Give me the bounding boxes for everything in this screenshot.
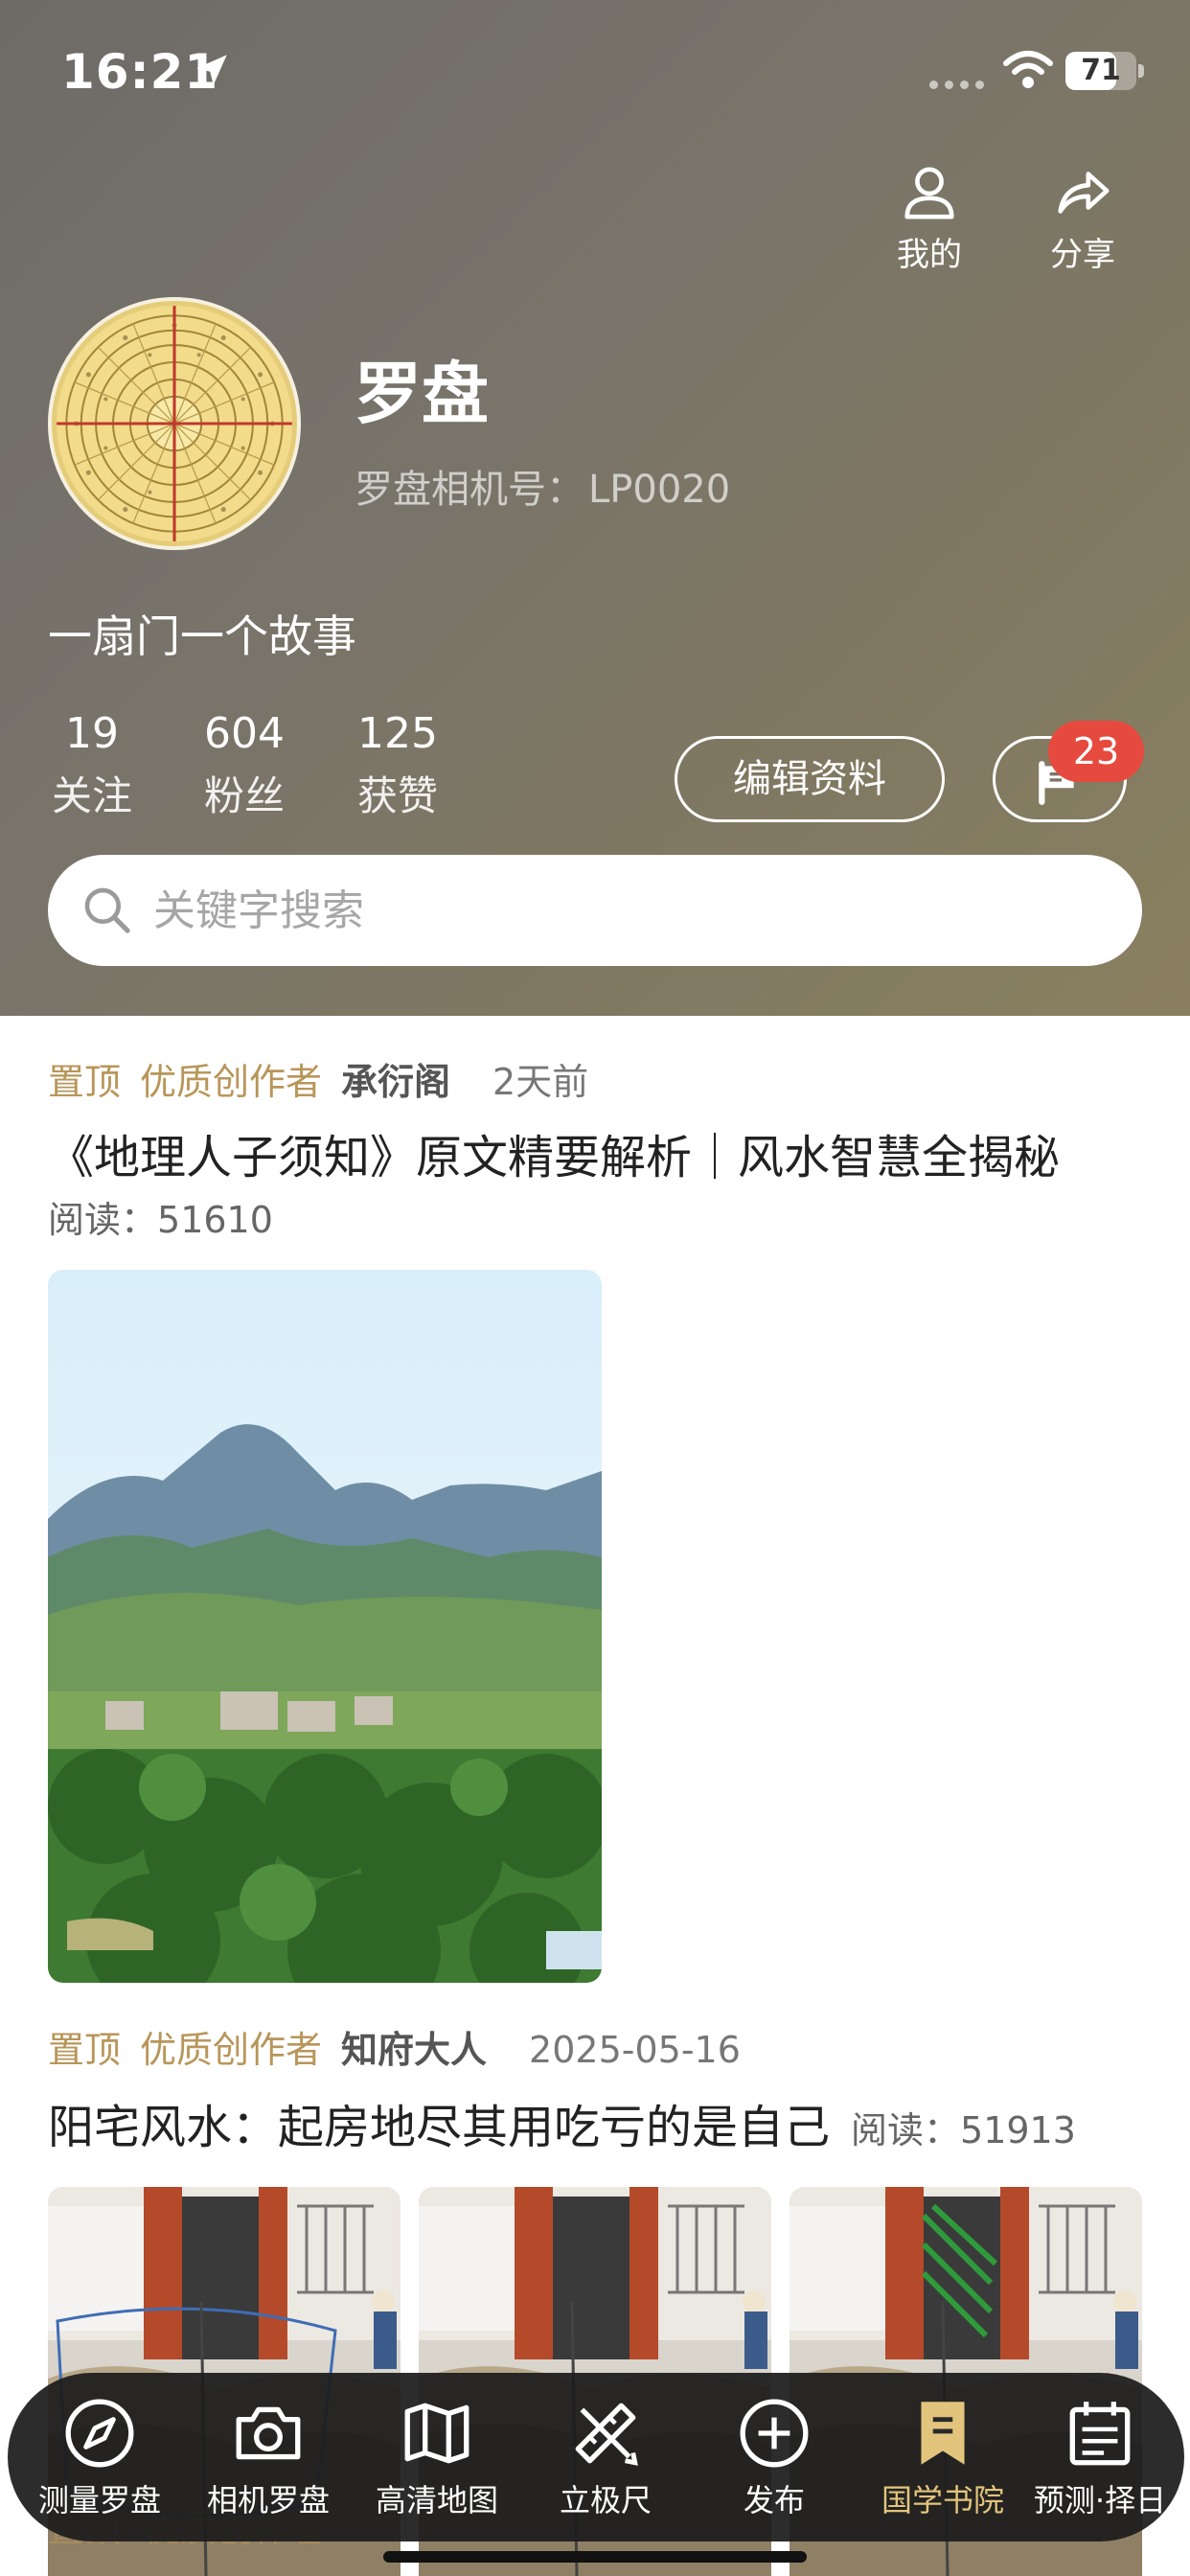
stat-fans-label: 粉丝 (203, 772, 285, 819)
pinned-tag: 置顶 (48, 2029, 122, 2071)
map-icon (404, 2403, 469, 2464)
compass-icon (57, 306, 292, 541)
compass-icon (65, 2399, 134, 2468)
search-input[interactable] (153, 872, 1092, 949)
tab-label: 高清地图 (375, 2482, 498, 2518)
signal-dots-icon (929, 75, 991, 93)
bookmark-icon (921, 2402, 965, 2465)
post-1-meta: 置顶 优质创作者 承衍阁 2天前 (48, 1052, 588, 1105)
stat-likes[interactable]: 125 获赞 (347, 709, 448, 822)
tab-publish[interactable]: 发布 (690, 2394, 858, 2520)
home-indicator (383, 2551, 807, 2563)
share-button[interactable]: 分享 (1025, 163, 1140, 275)
tab-ruler[interactable]: 立极尺 (521, 2394, 690, 2520)
tab-label: 国学书院 (881, 2482, 1004, 2518)
post-2-title[interactable]: 阳宅风水：起房地尽其用吃亏的是自己 阅读：51913 (48, 2089, 1076, 2156)
avatar[interactable] (48, 297, 301, 550)
person-icon (904, 167, 954, 219)
tab-label: 预测·择日 (1033, 2482, 1167, 2518)
quality-creator-tag: 优质创作者 (140, 1061, 323, 1103)
profile-id-value: LP0020 (588, 468, 731, 512)
search-icon (84, 887, 130, 933)
tab-hd-map[interactable]: 高清地图 (353, 2394, 521, 2520)
post-time: 2天前 (492, 1061, 589, 1103)
plus-circle-icon (740, 2399, 809, 2468)
tab-label: 立极尺 (559, 2482, 652, 2518)
post-author[interactable]: 承衍阁 (341, 1061, 450, 1103)
stat-following-label: 关注 (51, 772, 132, 819)
stat-fans[interactable]: 604 粉丝 (192, 709, 297, 822)
mine-button[interactable]: 我的 (872, 163, 987, 275)
camera-icon (236, 2406, 301, 2460)
post-1-image[interactable] (48, 1270, 602, 1983)
search-bar[interactable] (48, 855, 1142, 966)
stat-fans-count: 604 (204, 709, 285, 758)
profile-header: 16:21 71 我的 分享 罗盘 罗盘相机号： LP0020 一扇门一个故事 … (0, 0, 1190, 1016)
profile-name: 罗盘 (355, 355, 489, 433)
battery-icon: 71 (1065, 52, 1144, 90)
read-label: 阅读： (48, 1199, 158, 1241)
post-2-read: 阅读：51913 (851, 2109, 1076, 2151)
share-icon (1058, 172, 1110, 214)
bottom-tab-bar: 测量罗盘 相机罗盘 高清地图 立极尺 发布 国学书院 预测·择日 (8, 2373, 1184, 2542)
post-1-title[interactable]: 《地理人子须知》原文精要解析｜风水智慧全揭秘 (48, 1119, 1060, 1186)
tab-camera-compass[interactable]: 相机罗盘 (184, 2394, 353, 2520)
battery-level: 71 (1081, 54, 1121, 87)
post-author[interactable]: 知府大人 (341, 2029, 487, 2071)
read-count: 51913 (960, 2109, 1076, 2151)
edit-profile-button[interactable]: 编辑资料 (675, 736, 945, 822)
tab-label: 相机罗盘 (206, 2482, 330, 2518)
post-2-meta: 置顶 优质创作者 知府大人 2025-05-16 (48, 2020, 741, 2073)
wifi-icon (1003, 51, 1053, 88)
stat-following-count: 19 (65, 709, 119, 758)
ruler-pencil-icon (575, 2403, 638, 2466)
read-count: 51610 (157, 1199, 273, 1241)
post-1-read: 阅读：51610 (48, 1190, 273, 1243)
post-time: 2025-05-16 (529, 2029, 741, 2071)
tab-label: 发布 (743, 2482, 805, 2518)
stat-likes-label: 获赞 (356, 772, 438, 819)
message-badge: 23 (1048, 721, 1144, 782)
share-label: 分享 (1050, 236, 1115, 274)
status-bar: 16:21 71 (0, 0, 1190, 144)
mine-label: 我的 (897, 236, 962, 274)
profile-bio: 一扇门一个故事 (48, 610, 356, 662)
tab-forecast[interactable]: 预测·择日 (1016, 2394, 1184, 2520)
profile-id: 罗盘相机号： LP0020 (355, 458, 730, 514)
stat-likes-count: 125 (357, 709, 438, 758)
tab-label: 测量罗盘 (37, 2482, 161, 2518)
quality-creator-tag: 优质创作者 (140, 2029, 323, 2071)
read-label: 阅读： (851, 2109, 961, 2151)
stat-following[interactable]: 19 关注 (46, 709, 138, 822)
profile-id-label: 罗盘相机号： (355, 468, 584, 512)
calendar-icon (1069, 2402, 1131, 2466)
tab-measure-compass[interactable]: 测量罗盘 (15, 2394, 184, 2520)
pinned-tag: 置顶 (48, 1061, 122, 1103)
tab-academy[interactable]: 国学书院 (858, 2394, 1027, 2520)
location-arrow-icon (196, 55, 227, 85)
post-2-title-text: 阳宅风水：起房地尽其用吃亏的是自己 (48, 2101, 831, 2154)
